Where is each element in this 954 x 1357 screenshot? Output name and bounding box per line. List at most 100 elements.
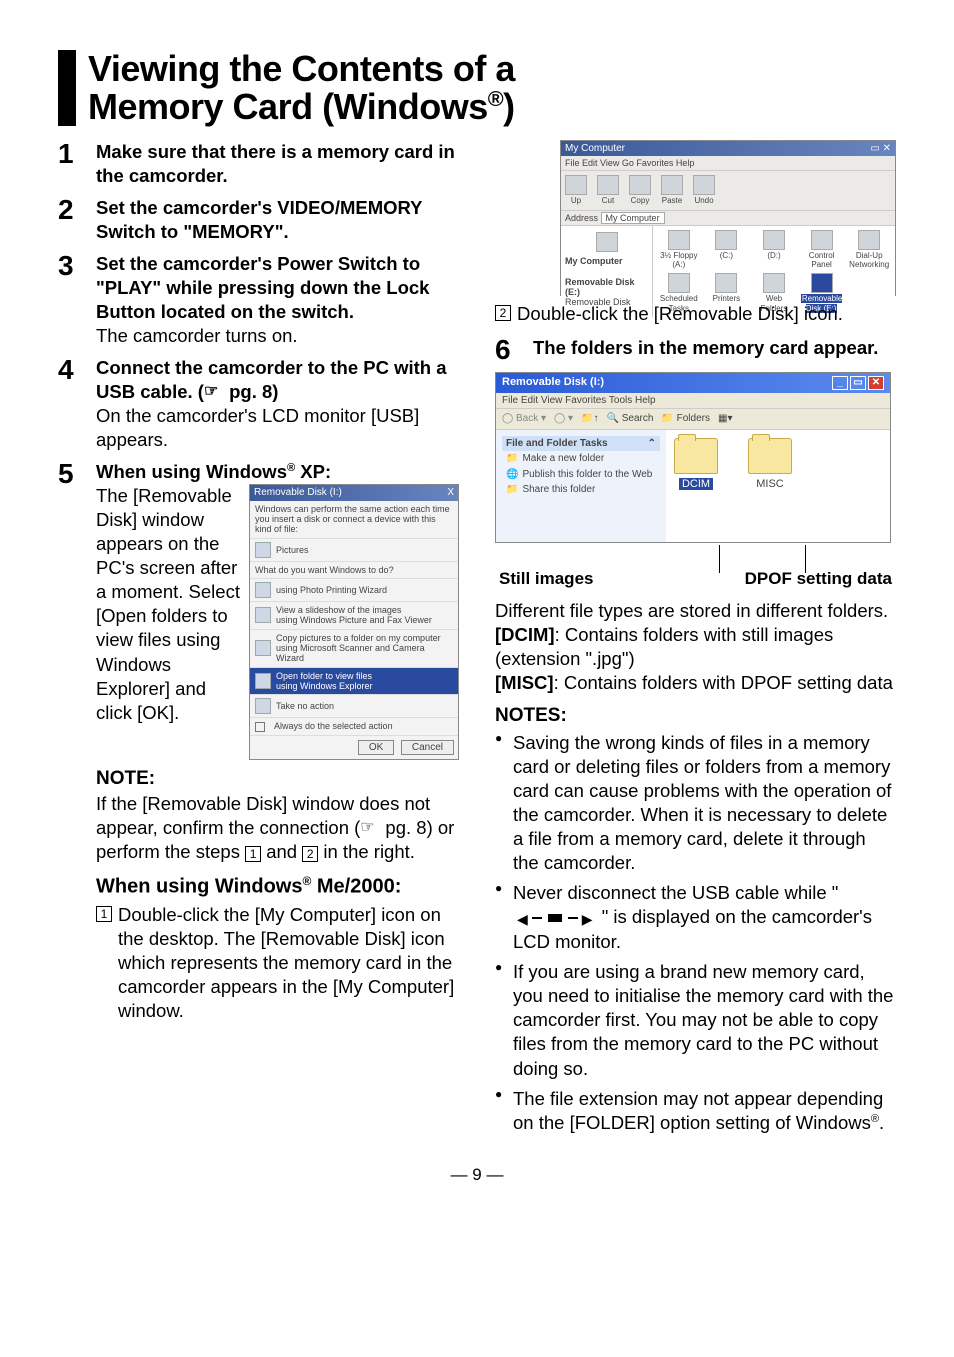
boxed-1-icon: 1: [96, 906, 112, 922]
paste-icon: [661, 175, 683, 195]
drive-c[interactable]: (C:): [705, 230, 749, 269]
step-2: 2 Set the camcorder's VIDEO/MEMORY Switc…: [58, 196, 459, 244]
step-3: 3 Set the camcorder's Power Switch to "P…: [58, 252, 459, 348]
mc-address-value[interactable]: My Computer: [601, 212, 665, 224]
option-open-folder[interactable]: Open folder to view filesusing Windows E…: [250, 668, 458, 696]
notes-heading: NOTES:: [495, 705, 896, 727]
tasks-header[interactable]: File and Folder Tasks⌃: [502, 436, 660, 452]
tb-paste[interactable]: Paste: [661, 175, 683, 205]
sub-heading-b: Me/2000:: [311, 876, 401, 898]
note-item-3: If you are using a brand new memory card…: [495, 960, 896, 1080]
desc-misc-text: : Contains folders with DPOF setting dat…: [554, 672, 893, 693]
mc-menubar[interactable]: File Edit View Go Favorites Help: [561, 156, 895, 171]
mc-toolbar[interactable]: Up Cut Copy Paste Undo: [561, 171, 895, 210]
window-controls[interactable]: _▭✕: [830, 376, 884, 390]
task-new-folder[interactable]: 📁Make a new folder: [502, 451, 660, 467]
search-button[interactable]: 🔍 Search: [606, 413, 653, 425]
tb-up[interactable]: Up: [565, 175, 587, 205]
note-body: If the [Removable Disk] window does not …: [96, 792, 459, 864]
option-open-b: using Windows Explorer: [276, 681, 373, 691]
tb-copy[interactable]: Copy: [629, 175, 651, 205]
option-print-text: using Photo Printing Wizard: [276, 585, 387, 595]
step-3-head: Set the camcorder's Power Switch to "PLA…: [96, 253, 429, 322]
close-icon[interactable]: ✕: [868, 376, 884, 390]
title-line-1: Viewing the Contents of a: [88, 48, 515, 89]
mc-address[interactable]: Address My Computer: [561, 211, 895, 226]
no-action-icon: [255, 698, 271, 714]
step-2-head: Set the camcorder's VIDEO/MEMORY Switch …: [96, 197, 422, 242]
close-icon[interactable]: X: [447, 487, 454, 499]
folder-dcim-label: DCIM: [679, 478, 713, 490]
share-icon: 📁: [506, 484, 518, 496]
search-label: Search: [622, 413, 654, 424]
tb-undo[interactable]: Undo: [693, 175, 715, 205]
cp-label: Control Panel: [809, 251, 835, 269]
step-2-number: 2: [58, 196, 96, 224]
checkbox-icon[interactable]: [255, 722, 265, 732]
folders-button[interactable]: 📁 Folders: [661, 413, 710, 425]
drive-d[interactable]: (D:): [752, 230, 796, 269]
step-3-body: The camcorder turns on.: [96, 325, 298, 346]
floppy-icon: [668, 230, 690, 250]
registered-mark: ®: [488, 86, 503, 111]
callout-leaders: [495, 545, 896, 565]
drive-a[interactable]: 3½ Floppy (A:): [657, 230, 701, 269]
note-4-b: .: [879, 1112, 884, 1133]
collapse-icon[interactable]: ⌃: [648, 438, 656, 450]
step-1-head: Make sure that there is a memory card in…: [96, 141, 455, 186]
du-label: Dial-Up Networking: [849, 251, 889, 269]
dialup[interactable]: Dial-Up Networking: [847, 230, 891, 269]
tb-paste-label: Paste: [662, 196, 682, 205]
task-share[interactable]: 📁Share this folder: [502, 482, 660, 498]
sub-step-1: 1 Double-click the [My Computer] icon on…: [96, 903, 459, 1023]
back-button[interactable]: ◯ Back ▾: [502, 413, 546, 425]
option-slideshow[interactable]: View a slideshow of the imagesusing Wind…: [250, 602, 458, 630]
ex-titlebar: Removable Disk (I:) _▭✕: [496, 373, 890, 393]
ok-button[interactable]: OK: [358, 740, 394, 756]
printers-icon: [715, 273, 737, 293]
dialog-prompt: Windows can perform the same action each…: [250, 501, 458, 539]
folder-misc-label: MISC: [756, 478, 784, 490]
step-4-head: Connect the camcorder to the PC with a U…: [96, 357, 447, 402]
drive-icon: [715, 230, 737, 250]
control-panel[interactable]: Control Panel: [800, 230, 844, 269]
dialog-title: Removable Disk (I:): [254, 487, 342, 499]
arrow-right-icon: [582, 906, 593, 930]
registered-mark: ®: [302, 874, 311, 888]
folder-dcim[interactable]: DCIM: [674, 438, 718, 534]
fwd-button[interactable]: ◯ ▾: [554, 413, 573, 425]
dialog-kind: Pictures: [250, 539, 458, 562]
arrow-left-icon: [517, 906, 528, 930]
views-button[interactable]: ▦▾: [718, 413, 732, 425]
option-no-action[interactable]: Take no action: [250, 695, 458, 718]
task-publish[interactable]: 🌐Publish this folder to the Web: [502, 467, 660, 483]
drive-a-label: 3½ Floppy (A:): [660, 251, 697, 269]
minimize-icon[interactable]: _: [832, 376, 848, 390]
arrow-left-shaft: [532, 917, 542, 919]
maximize-icon[interactable]: ▭: [850, 376, 866, 390]
sub-heading-a: When using Windows: [96, 876, 302, 898]
always-checkbox-row[interactable]: Always do the selected action: [250, 718, 458, 735]
task-new-folder-label: Make a new folder: [522, 453, 604, 465]
option-no-action-text: Take no action: [276, 701, 334, 711]
sub-steps-right: 2 Double-click the [Removable Disk] icon…: [495, 302, 896, 326]
folder-misc[interactable]: MISC: [748, 438, 792, 534]
mc-left-head: My Computer: [565, 256, 623, 266]
option-print[interactable]: using Photo Printing Wizard: [250, 579, 458, 602]
web-icon: [763, 273, 785, 293]
note-2-a: Never disconnect the USB cable while ": [513, 882, 838, 903]
ex-menubar[interactable]: File Edit View Favorites Tools Help: [496, 393, 890, 410]
cancel-button[interactable]: Cancel: [401, 740, 454, 756]
folders-pane: DCIM MISC: [666, 430, 890, 542]
ex-toolbar[interactable]: ◯ Back ▾ ◯ ▾ 📁↑ 🔍 Search 📁 Folders ▦▾: [496, 409, 890, 430]
leader-line: [719, 545, 720, 573]
cpanel-icon: [811, 230, 833, 250]
undo-icon: [693, 175, 715, 195]
folders-label: Folders: [677, 413, 710, 424]
option-copy[interactable]: Copy pictures to a folder on my computer…: [250, 630, 458, 668]
up-icon[interactable]: 📁↑: [581, 413, 598, 425]
sub-step-2-text: Double-click the [Removable Disk] icon.: [517, 302, 843, 326]
window-controls-icon[interactable]: ▭ ✕: [870, 143, 891, 155]
tb-cut[interactable]: Cut: [597, 175, 619, 205]
step-5: 5 When using Windows® XP: Removable Disk…: [58, 460, 459, 760]
